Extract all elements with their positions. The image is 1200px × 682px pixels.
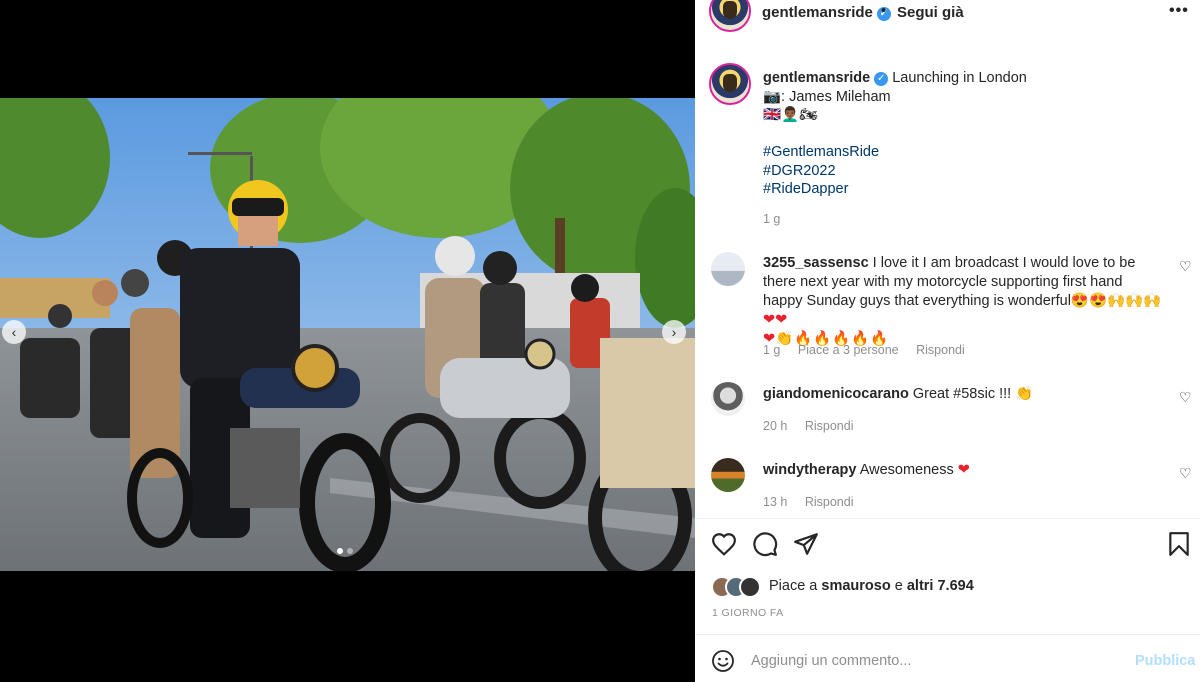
carousel-dot [347,548,353,554]
add-comment-form: Pubblica [695,635,1200,682]
caption-credit: 📷: James Mileham [763,88,891,105]
post-actions [695,530,1200,560]
comment-emojis: 😍😍🙌🙌🙌 [1070,293,1162,309]
comment-timestamp[interactable]: 1 g [763,343,780,357]
hashtag-link[interactable]: #GentlemansRide [763,143,1183,162]
likes-conj: e [894,578,903,594]
post-caption: gentlemansride ✓ Launching in London 📷: J… [763,69,1183,199]
caption-author-avatar[interactable] [709,63,751,105]
previous-slide-button[interactable]: ‹ [2,320,26,344]
post-sidebar: gentlemansride ✓ • Segui già ••• gentlema… [695,0,1200,682]
divider [695,518,1200,519]
comment-input[interactable] [751,649,1121,673]
next-slide-button[interactable]: › [662,320,686,344]
post-date[interactable]: 1 GIORNO FA [712,607,784,619]
caption-emojis: 🇬🇧👨🏾‍🦱🏍 [763,107,818,123]
commenter-username[interactable]: giandomenicocarano [763,386,909,402]
liker-username[interactable]: smauroso [821,578,890,594]
likes-text: Piace a smauroso e altri 7.694 [769,578,974,594]
comment-text: Great #58sic !!! 👏 [912,386,1034,402]
reply-button[interactable]: Rispondi [916,343,965,357]
comment-body: 3255_sassensc I love it I am broadcast I… [763,254,1163,349]
comment-hearts: ❤❤ [763,312,788,328]
post-media: ‹ › [0,0,695,682]
publish-button[interactable]: Pubblica [1135,653,1195,669]
caption-timestamp[interactable]: 1 g [763,212,780,226]
comment-text: Awesomeness [859,462,954,478]
commenter-avatar[interactable] [711,458,745,492]
comment-like-heart-icon[interactable]: ♡ [1179,258,1192,275]
reply-button[interactable]: Rispondi [805,495,854,509]
comment-timestamp[interactable]: 13 h [763,495,787,509]
commenter-username[interactable]: windytherapy [763,462,856,478]
verified-badge-icon: ✓ [874,72,889,86]
liker-avatar[interactable] [739,576,761,598]
comment-bubble-icon[interactable] [751,530,779,558]
comment-meta: 1 g Piace a 3 persone Rispondi [763,343,979,357]
save-bookmark-icon[interactable] [1165,530,1193,558]
post-photo[interactable] [0,98,695,571]
commenter-avatar[interactable] [711,252,745,286]
comment-meta: 20 h Rispondi [763,419,867,433]
likes-others-link[interactable]: altri 7.694 [907,578,974,594]
commenter-avatar[interactable] [711,382,745,416]
author-avatar[interactable] [709,0,751,32]
carousel-dot-active [337,548,343,554]
following-button[interactable]: Segui già [897,4,964,21]
commenter-username[interactable]: 3255_sassensc [763,255,869,271]
comment-like-heart-icon[interactable]: ♡ [1179,465,1192,482]
comment-timestamp[interactable]: 20 h [763,419,787,433]
like-heart-icon[interactable] [710,530,738,558]
chevron-left-icon: ‹ [11,324,17,340]
header-separator: • [881,2,887,19]
comment-heart: ❤ [957,462,970,478]
comment-like-heart-icon[interactable]: ♡ [1179,389,1192,406]
likes-prefix: Piace a [769,578,818,594]
post-header: gentlemansride ✓ • Segui già ••• [695,0,1200,32]
hashtag-link[interactable]: #RideDapper [763,180,1183,199]
comment-body: giandomenicocarano Great #58sic !!! 👏 [763,385,1163,404]
reply-button[interactable]: Rispondi [805,419,854,433]
share-paper-plane-icon[interactable] [792,530,820,558]
likes-summary: Piace a smauroso e altri 7.694 [695,574,1200,600]
comment-meta: 13 h Rispondi [763,495,867,509]
motorcycle-riders-photo [0,98,695,571]
author-username-wrap: gentlemansride ✓ [762,4,891,21]
comment-like-count[interactable]: Piace a 3 persone [798,343,899,357]
author-username[interactable]: gentlemansride [762,4,873,21]
caption-text: Launching in London [892,70,1027,86]
comment-body: windytherapy Awesomeness ❤ [763,461,1163,480]
hashtag-link[interactable]: #DGR2022 [763,162,1183,181]
carousel-indicator [337,548,353,554]
emoji-smiley-icon[interactable] [711,649,735,673]
more-options-icon[interactable]: ••• [1169,2,1189,20]
caption-username[interactable]: gentlemansride [763,70,870,86]
chevron-right-icon: › [671,324,677,340]
